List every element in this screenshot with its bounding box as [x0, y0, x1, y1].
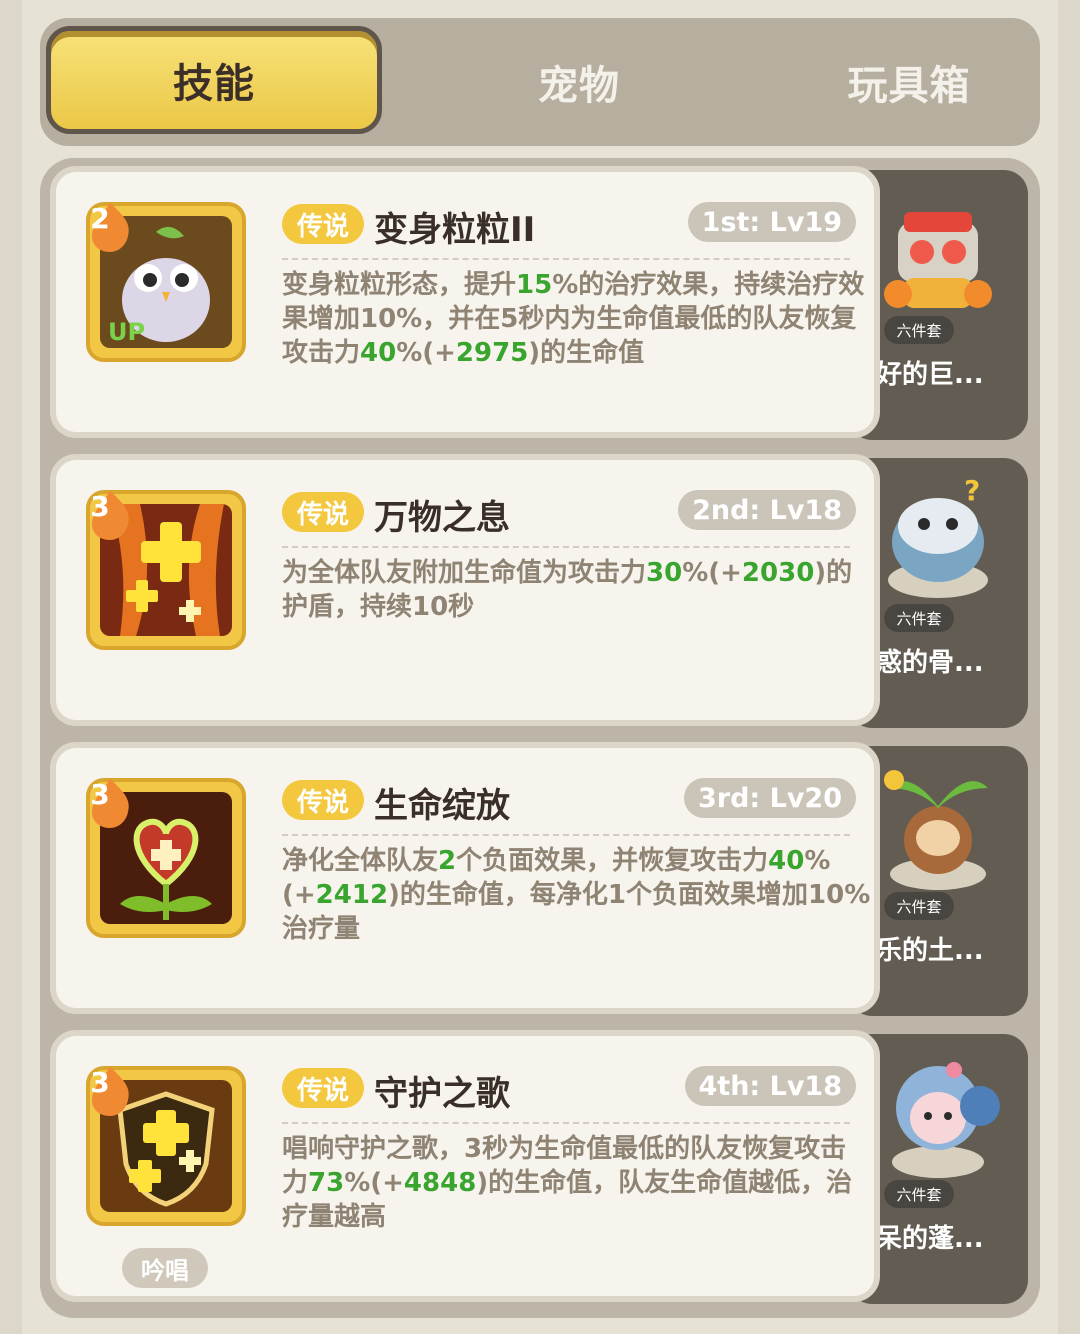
divider [282, 546, 850, 548]
skill-description: 唱响守护之歌，3秒为生命值最低的队友恢复攻击力73%(+4848)的生命值，队友… [282, 1134, 853, 1232]
skill-icon-frame: 3 [86, 490, 246, 650]
rarity-badge: 传说 [282, 492, 364, 532]
rarity-badge: 传说 [282, 1068, 364, 1108]
skill-name: 万物之息 [374, 498, 510, 538]
icon-badge: UP [108, 318, 145, 346]
skill-row[interactable]: 六件套 发呆的蓬... 3 吟唱 传说 守护之歌 4th: Lv18 唱响守护之… [40, 1022, 1040, 1304]
skill-card[interactable]: 3 吟唱 传说 守护之歌 4th: Lv18 唱响守护之歌，3秒为生命值最低的队… [50, 1030, 880, 1302]
level-number: 3 [90, 778, 110, 811]
tab-pets[interactable]: 宠物 [416, 28, 742, 136]
pet-set-badge: 六件套 [884, 892, 954, 920]
level-flame-badge: 3 [78, 1056, 129, 1116]
skill-list: 六件套 友好的巨... UP 2 传说 变身粒粒II 1st: Lv19 变身粒… [40, 158, 1040, 1318]
rank-badge: 1st: Lv19 [687, 202, 856, 242]
skill-card[interactable]: 3 传说 生命绽放 3rd: Lv20 净化全体队友2个负面效果，并恢复攻击力4… [50, 742, 880, 1014]
pet-set-badge: 六件套 [884, 1180, 954, 1208]
level-number: 2 [90, 202, 110, 235]
sprout-pet-icon [884, 770, 988, 890]
skill-description: 为全体队友附加生命值为攻击力30%(+2030)的护盾，持续10秒 [282, 558, 853, 622]
skill-row[interactable]: ? 六件套 困惑的骨... 3 传说 万物之息 2nd: Lv18 为全体队友附… [40, 446, 1040, 728]
pet-set-badge: 六件套 [884, 316, 954, 344]
skill-icon-frame: 3 [86, 778, 246, 938]
tab-bar: 技能 宠物 玩具箱 [40, 18, 1040, 146]
skill-card[interactable]: 3 传说 万物之息 2nd: Lv18 为全体队友附加生命值为攻击力30%(+2… [50, 454, 880, 726]
skill-card[interactable]: UP 2 传说 变身粒粒II 1st: Lv19 变身粒粒形态，提升15%的治疗… [50, 166, 880, 438]
level-number: 3 [90, 1066, 110, 1099]
skill-description: 变身粒粒形态，提升15%的治疗效果，持续治疗效果增加10%，并在5秒内为生命值最… [282, 270, 865, 368]
divider [282, 1122, 850, 1124]
skill-name: 守护之歌 [374, 1074, 510, 1114]
divider [282, 834, 850, 836]
skill-name: 生命绽放 [374, 786, 510, 826]
tab-toybox[interactable]: 玩具箱 [746, 28, 1072, 136]
rank-badge: 3rd: Lv20 [683, 778, 856, 818]
rank-badge: 2nd: Lv18 [678, 490, 856, 530]
divider [282, 258, 850, 260]
pet-set-badge: 六件套 [884, 604, 954, 632]
svg-text:?: ? [964, 474, 980, 507]
rank-badge: 4th: Lv18 [684, 1066, 856, 1106]
sheep-pet-icon [892, 1062, 1000, 1178]
rarity-badge: 传说 [282, 780, 364, 820]
skill-icon-frame: 3 [86, 1066, 246, 1226]
skill-description: 净化全体队友2个负面效果，并恢复攻击力40%(+2412)的生命值，每净化1个负… [282, 846, 871, 944]
skill-row[interactable]: 六件套 友好的巨... UP 2 传说 变身粒粒II 1st: Lv19 变身粒… [40, 158, 1040, 440]
tab-skills[interactable]: 技能 [46, 26, 382, 134]
level-flame-badge: 3 [78, 768, 129, 828]
rarity-badge: 传说 [282, 204, 364, 244]
dino-pet-icon: ? [888, 474, 988, 598]
level-flame-badge: 2 [78, 192, 129, 252]
skill-row[interactable]: 六件套 快乐的土... 3 传说 生命绽放 3rd: Lv20 净化全体队友2个… [40, 734, 1040, 1016]
skill-name: 变身粒粒II [374, 210, 536, 250]
robot-pet-icon [884, 212, 992, 308]
level-flame-badge: 3 [78, 480, 129, 540]
skill-icon-frame: UP 2 [86, 202, 246, 362]
level-number: 3 [90, 490, 110, 523]
chant-badge: 吟唱 [122, 1248, 208, 1288]
